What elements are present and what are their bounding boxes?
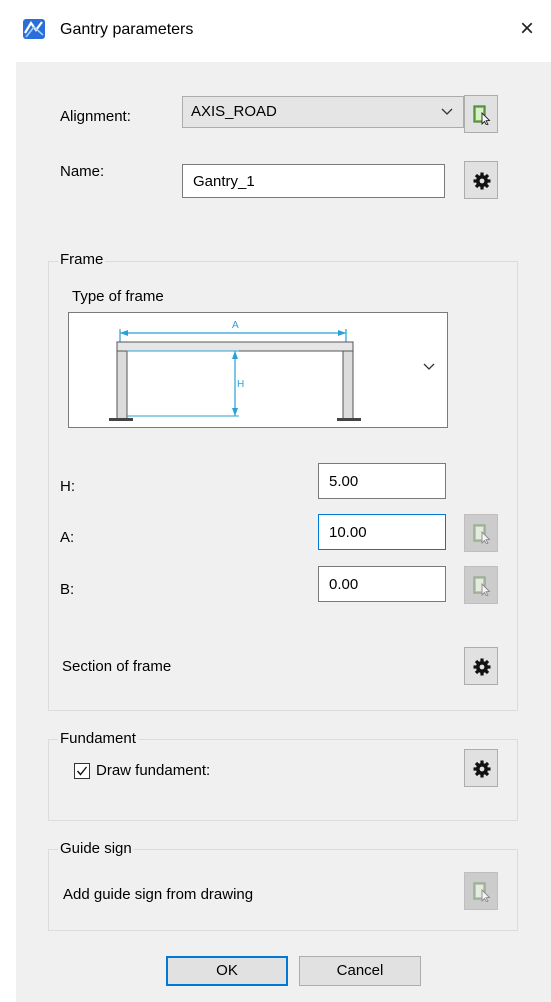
alignment-value: AXIS_ROAD [191, 103, 277, 120]
pick-guide-sign-button[interactable] [464, 872, 498, 910]
frame-h-input[interactable] [318, 463, 446, 499]
pick-a-button[interactable] [464, 514, 498, 552]
name-label: Name: [60, 163, 105, 180]
section-settings-button[interactable] [464, 647, 498, 685]
name-input[interactable] [182, 164, 445, 198]
fundament-settings-button[interactable] [464, 749, 498, 787]
frame-type-label: Type of frame [72, 288, 164, 305]
close-button[interactable]: × [512, 14, 542, 44]
chevron-down-icon [421, 359, 437, 379]
frame-a-label: A: [60, 529, 75, 546]
pick-from-drawing-icon [473, 882, 491, 902]
window-title: Gantry parameters [60, 21, 194, 38]
gear-icon [473, 658, 491, 676]
frame-type-dropdown[interactable]: A H [68, 312, 448, 428]
cancel-button[interactable]: Cancel [299, 956, 421, 986]
chevron-down-icon [439, 101, 455, 121]
frame-a-input[interactable] [318, 514, 446, 550]
pick-alignment-button[interactable] [464, 95, 498, 133]
frame-h-label: H: [60, 478, 75, 495]
fundament-group-title: Fundament [58, 730, 138, 747]
draw-fundament-checkbox[interactable] [74, 763, 90, 779]
pick-from-drawing-icon [473, 576, 491, 596]
name-settings-button[interactable] [464, 161, 498, 199]
gear-icon [473, 760, 491, 778]
title-bar: Gantry parameters × [0, 0, 551, 62]
pick-from-drawing-icon [473, 524, 491, 544]
gantry-frame-diagram: A H [109, 320, 361, 421]
frame-b-input[interactable] [318, 566, 446, 602]
frame-b-label: B: [60, 581, 75, 598]
dimension-label-a: A [232, 320, 239, 331]
alignment-combo[interactable]: AXIS_ROAD [182, 96, 464, 128]
dimension-label-h: H [237, 379, 244, 390]
gear-icon [473, 172, 491, 190]
ok-button[interactable]: OK [166, 956, 288, 986]
add-guide-sign-label: Add guide sign from drawing [63, 886, 254, 903]
pick-b-button[interactable] [464, 566, 498, 604]
alignment-label: Alignment: [60, 108, 131, 125]
section-of-frame-label: Section of frame [62, 658, 172, 675]
gantry-app-icon [22, 18, 46, 40]
fundament-group [48, 739, 518, 821]
guide-sign-group-title: Guide sign [58, 840, 134, 857]
frame-group-title: Frame [58, 251, 106, 268]
checkmark-icon [76, 766, 88, 776]
pick-from-drawing-icon [473, 105, 491, 125]
draw-fundament-label[interactable]: Draw fundament: [96, 762, 210, 779]
dialog-body: Alignment: AXIS_ROAD Name: Gantry_1 Fram… [16, 62, 551, 1002]
